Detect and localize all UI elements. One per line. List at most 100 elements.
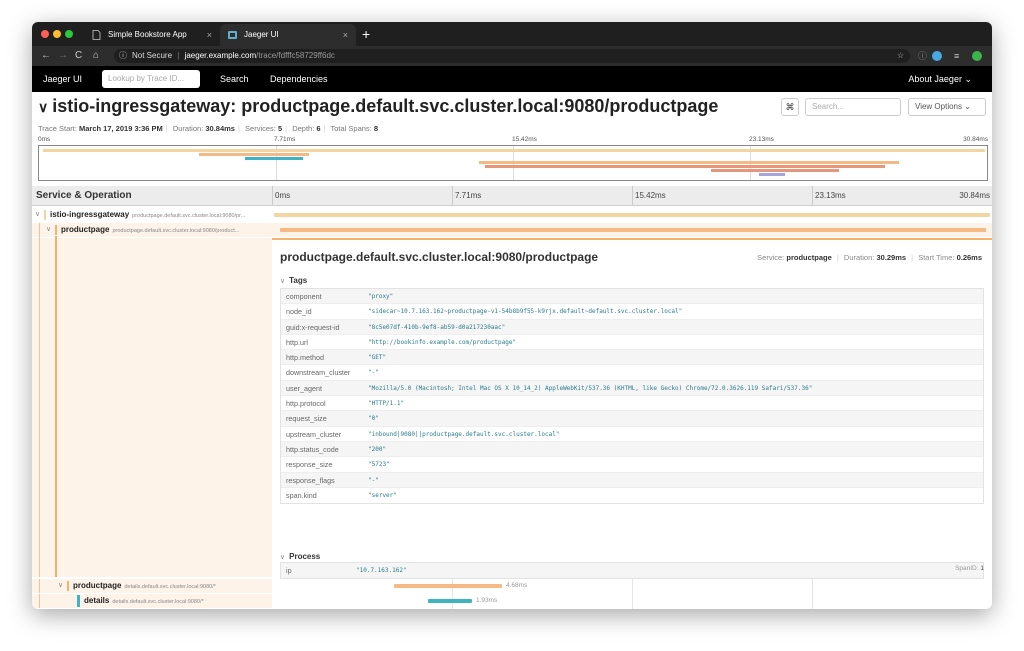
kv-key: http.url [286,337,308,347]
kv-row[interactable]: guid:x-request-id "8c5e07df-410b-9ef8-ab5… [281,319,983,335]
start-label: Trace Start: [38,124,77,133]
new-tab-button[interactable]: + [362,24,370,44]
kv-row[interactable]: response_flags "-" [281,472,983,488]
span-bar[interactable] [428,599,472,603]
tick-line [632,186,633,206]
minimap-tick: 30.84ms [963,136,988,143]
kv-row[interactable]: upstream_cluster "inbound|9080||productpa… [281,427,983,442]
span-row[interactable]: ∨ productpage details.default.svc.cluster… [32,579,992,593]
service-color-swatch [67,581,69,591]
url-path: /trace/fdfffc58729ff6dc [256,51,335,60]
timeline-tick: 0ms [275,191,291,200]
minimap-span [759,173,785,176]
jaeger-brand[interactable]: Jaeger UI [43,66,82,92]
spans-label: Total Spans: [330,124,372,133]
trace-minimap[interactable] [38,145,988,181]
view-options-dropdown[interactable]: View Options ⌄ [908,98,986,116]
span-name-cell[interactable]: ∨ productpage productpage.default.svc.clu… [32,223,272,237]
span-service: productpage [61,225,110,234]
kv-row[interactable]: http.method "GET" [281,350,983,366]
kv-key: http.method [286,353,324,363]
minimap-span [711,169,839,172]
find-in-trace-input[interactable]: Search... [805,98,901,116]
document-icon [92,30,101,40]
kv-key: downstream_cluster [286,368,351,378]
nav-search-link[interactable]: Search [220,66,249,92]
extension-icon[interactable]: ⓘ [918,49,927,63]
span-bar[interactable] [274,213,990,217]
kv-row[interactable]: node_id "sidecar~10.7.163.162~productpage… [281,304,983,320]
span-bar[interactable] [394,584,502,588]
close-tab-icon[interactable]: × [343,24,348,46]
collapse-chevron-icon[interactable]: ∨ [38,99,48,115]
url-field[interactable]: ⓘ Not Secure | jaeger.example.com/trace/… [114,49,910,63]
keyboard-shortcuts-button[interactable]: ⌘ [781,98,799,116]
minimap-tick: 7.71ms [274,136,296,143]
close-tab-icon[interactable]: × [207,24,212,46]
collapse-chevron-icon[interactable]: ∨ [280,554,285,561]
span-name-cell[interactable]: details details.default.svc.cluster.local… [32,594,272,608]
expand-chevron-icon[interactable]: ∨ [58,579,63,593]
home-icon[interactable]: ⌂ [93,48,99,64]
kv-row[interactable]: request_size "0" [281,411,983,427]
nav-dependencies-link[interactable]: Dependencies [270,66,328,92]
kv-value: "GET" [368,354,387,362]
start-time-label: Start Time: [918,253,955,262]
expand-chevron-icon[interactable]: ∨ [46,223,51,237]
kv-key: span.kind [286,490,317,500]
profile-avatar[interactable] [972,51,982,61]
kv-row[interactable]: http.url "http://bookinfo.example.com/pro… [281,335,983,351]
span-row[interactable]: details details.default.svc.cluster.local… [32,594,992,608]
span-row[interactable]: ∨ productpage productpage.default.svc.clu… [32,223,992,237]
browser-window: Simple Bookstore App × Jaeger UI × + ← →… [32,22,992,609]
minimize-window-button[interactable] [53,30,61,38]
span-detail-title: productpage.default.svc.cluster.local:90… [280,250,599,264]
info-icon[interactable]: ⓘ [119,49,127,63]
collapse-chevron-icon[interactable]: ∨ [280,278,285,285]
about-jaeger-menu[interactable]: About Jaeger ⌄ [908,66,972,92]
kv-key: user_agent [286,383,322,393]
span-name-cell[interactable]: ∨ productpage details.default.svc.cluster… [32,579,272,593]
tab-simple-bookstore[interactable]: Simple Bookstore App × [84,24,220,46]
trace-title[interactable]: ∨ istio-ingressgateway: productpage.defau… [38,96,718,117]
kv-value: "http://bookinfo.example.com/productpage… [368,338,517,346]
reload-icon[interactable]: C [75,48,82,64]
spanid-label: SpanID: [955,565,979,572]
kv-key: response_size [286,460,333,470]
kv-row[interactable]: span.kind "server" [281,488,983,503]
kv-row[interactable]: component "proxy" [281,289,983,305]
kv-row[interactable]: response_size "5723" [281,457,983,473]
address-bar: ← → C ⌂ ⓘ Not Secure | jaeger.example.co… [32,46,992,66]
forward-icon[interactable]: → [58,48,68,64]
span-service: productpage [73,581,122,590]
span-row[interactable]: ∨ istio-ingressgateway productpage.defaul… [32,208,992,222]
menu-icon[interactable]: ≡ [954,49,959,63]
column-divider[interactable] [272,186,273,206]
kv-key: response_flags [286,475,335,485]
kv-row[interactable]: http.status_code "200" [281,441,983,458]
span-service: istio-ingressgateway [50,210,130,219]
minimap-tick: 23.13ms [749,136,774,143]
span-detail-panel: productpage.default.svc.cluster.local:90… [272,238,992,577]
kv-row[interactable]: user_agent "Mozilla/5.0 (Macintosh; Intel… [281,380,983,397]
kv-row[interactable]: ip "10.7.163.162" [281,563,983,579]
span-name-cell[interactable]: ∨ istio-ingressgateway productpage.defaul… [32,208,272,222]
trace-id-lookup-input[interactable]: Lookup by Trace ID... [102,70,200,88]
tags-section-header[interactable]: ∨ Tags [280,276,307,285]
timeline-tick: 23.13ms [815,191,846,200]
bookmark-star-icon[interactable]: ☆ [897,49,904,63]
span-id: SpanID: 1 [955,565,984,572]
span-bar[interactable] [280,228,986,232]
back-icon[interactable]: ← [41,48,51,64]
expand-chevron-icon[interactable]: ∨ [35,208,40,222]
extension-badge-icon[interactable] [932,51,942,61]
span-duration: 1.93ms [476,597,498,604]
maximize-window-button[interactable] [65,30,73,38]
kv-row[interactable]: downstream_cluster "-" [281,365,983,381]
kv-value: "inbound|9080||productpage.default.svc.c… [368,430,560,438]
tab-jaeger-ui[interactable]: Jaeger UI × [220,24,356,46]
kv-row[interactable]: http.protocol "HTTP/1.1" [281,396,983,412]
process-section-header[interactable]: ∨ Process [280,552,320,561]
duration-label: Duration: [843,253,875,262]
close-window-button[interactable] [41,30,49,38]
